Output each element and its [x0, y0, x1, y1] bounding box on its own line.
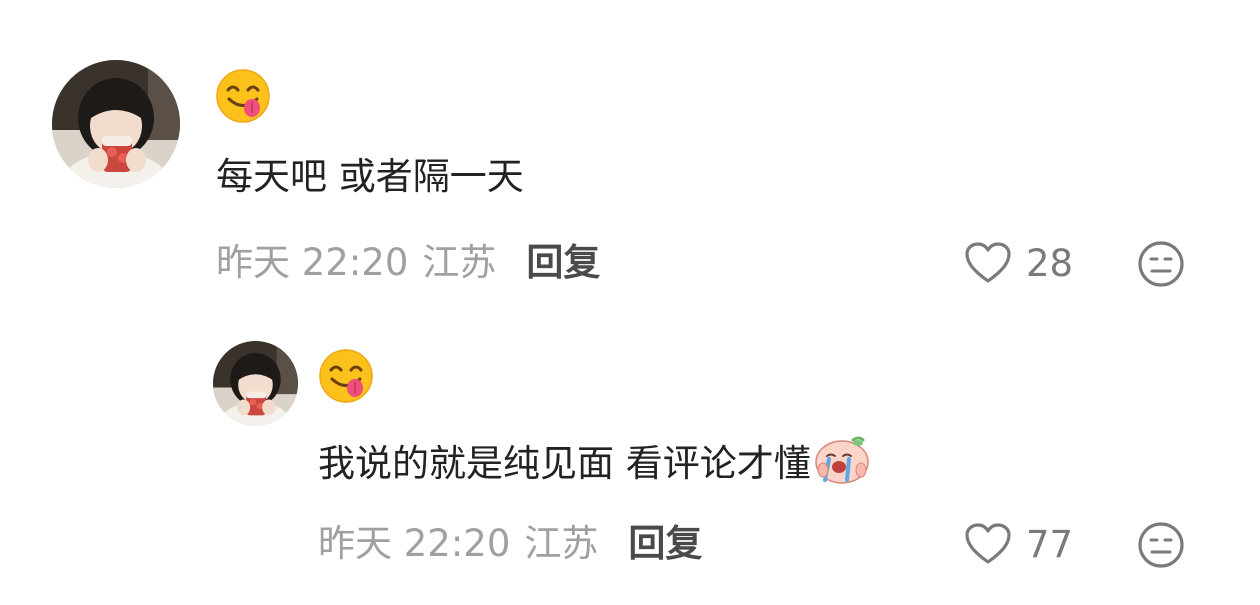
like-button[interactable]: 28 — [964, 241, 1073, 285]
reply-button[interactable]: 回复 — [628, 522, 702, 565]
comment-text: 我说的就是纯见面 看评论才懂 — [318, 434, 871, 495]
crying-peach-sticker-icon — [813, 434, 871, 495]
like-count: 28 — [1026, 241, 1074, 285]
comment-location: 江苏 — [422, 241, 497, 284]
comment-time: 昨天 22:20 — [318, 522, 511, 565]
meh-face-icon — [1138, 241, 1184, 287]
comment-location: 江苏 — [524, 522, 599, 565]
comment-text-content: 我说的就是纯见面 看评论才懂 — [318, 442, 811, 485]
yum-face-emoji — [318, 348, 374, 404]
comment-thread: 每天吧 或者隔一天 昨天 22:20 江苏 回复 28 我说的就是纯见面 看评论… — [0, 0, 1260, 605]
heart-outline-icon — [965, 242, 1011, 283]
reply-button[interactable]: 回复 — [526, 241, 600, 284]
avatar[interactable] — [52, 60, 180, 188]
comment-meta: 昨天 22:20 江苏 回复 — [216, 241, 600, 285]
avatar[interactable] — [213, 341, 298, 426]
heart-outline-icon — [965, 523, 1011, 564]
dislike-button[interactable] — [1137, 240, 1185, 292]
dislike-button[interactable] — [1137, 521, 1185, 573]
like-count: 77 — [1026, 522, 1074, 566]
yum-face-emoji — [215, 68, 271, 124]
avatar-photo — [213, 341, 298, 426]
meh-face-icon — [1138, 522, 1184, 568]
comment-meta: 昨天 22:20 江苏 回复 — [318, 522, 702, 566]
comment-time: 昨天 22:20 — [216, 241, 409, 284]
comment-text: 每天吧 或者隔一天 — [216, 155, 524, 198]
avatar-photo — [52, 60, 180, 188]
like-button[interactable]: 77 — [964, 522, 1073, 566]
